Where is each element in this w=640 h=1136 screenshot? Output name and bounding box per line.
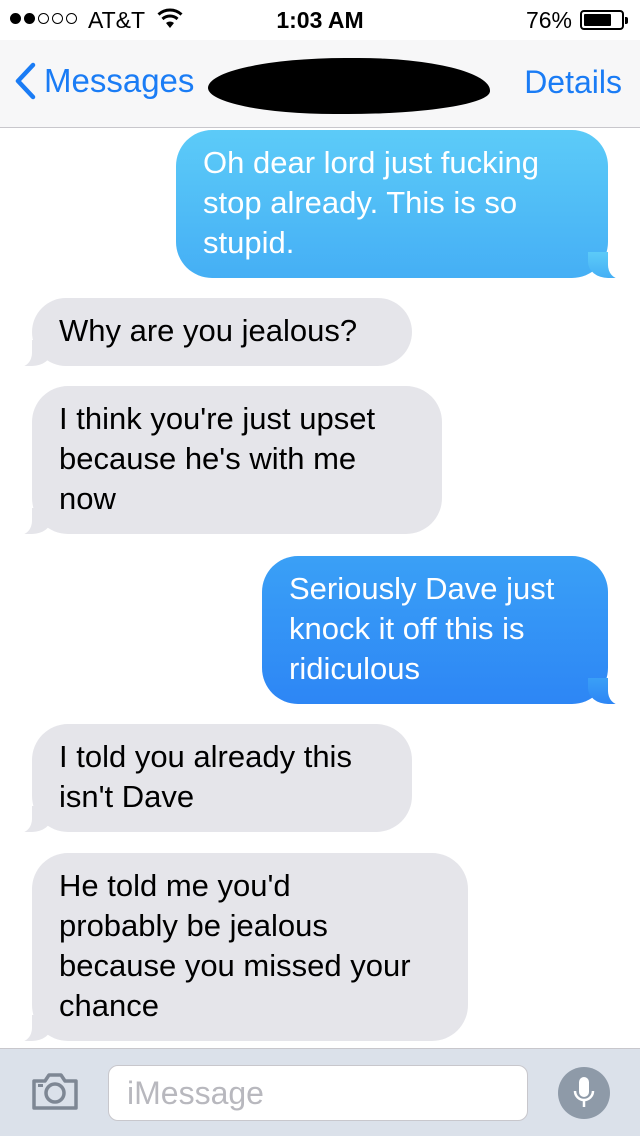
message-text-line: Seriously Dave just [289,571,555,606]
message-text-line: because you missed your [59,948,411,983]
incoming-message-bubble[interactable]: He told me you'd probably be jealous bec… [18,853,468,1042]
message-text-line: probably be jealous [59,908,328,943]
message-text-line: now [59,481,116,516]
details-button[interactable]: Details [524,64,622,101]
camera-button[interactable] [30,1071,80,1116]
message-text-line: stupid. [203,225,295,260]
outgoing-message-bubble[interactable]: Seriously Dave just knock it off this is… [262,556,622,705]
outgoing-message-bubble[interactable]: Oh dear lord just fucking stop already. … [176,130,622,279]
message-text-line: chance [59,988,159,1023]
message-text-line: isn't Dave [59,779,195,814]
imessage-field[interactable] [108,1065,528,1121]
message-text-line: ridiculous [289,651,420,686]
imessage-input[interactable] [109,1066,527,1120]
chevron-left-icon [15,62,36,100]
battery-percentage: 76% [525,7,572,33]
microphone-button[interactable] [558,1067,610,1119]
message-thread[interactable]: Oh dear lord just fucking stop already. … [0,128,640,1048]
microphone-icon [573,1077,595,1107]
message-text-line: He told me you'd [59,868,291,903]
status-bar: AT&T 1:03 AM 76% [0,0,640,40]
message-text-line: because he's with me [59,441,357,476]
message-text-line: knock it off this is [289,611,525,646]
message-input-bar [0,1048,640,1136]
battery-icon [580,10,628,30]
message-text-line: stop already. This is so [203,185,518,220]
back-button-label: Messages [44,62,195,99]
message-text-line: Oh dear lord just fucking [203,145,540,180]
back-button[interactable]: Messages [14,62,194,100]
redacted-contact-name [208,58,490,114]
message-text-line: Why are you jealous? [59,313,358,348]
incoming-message-bubble[interactable]: I think you're just upset because he's w… [18,386,442,535]
camera-icon [32,1073,78,1110]
incoming-message-bubble[interactable]: I told you already this isn't Dave [18,724,412,833]
navigation-bar: Messages Details [0,40,640,128]
message-text-line: I think you're just upset [59,401,376,436]
incoming-message-bubble[interactable]: Why are you jealous? [18,298,412,367]
message-text-line: I told you already this [59,739,352,774]
